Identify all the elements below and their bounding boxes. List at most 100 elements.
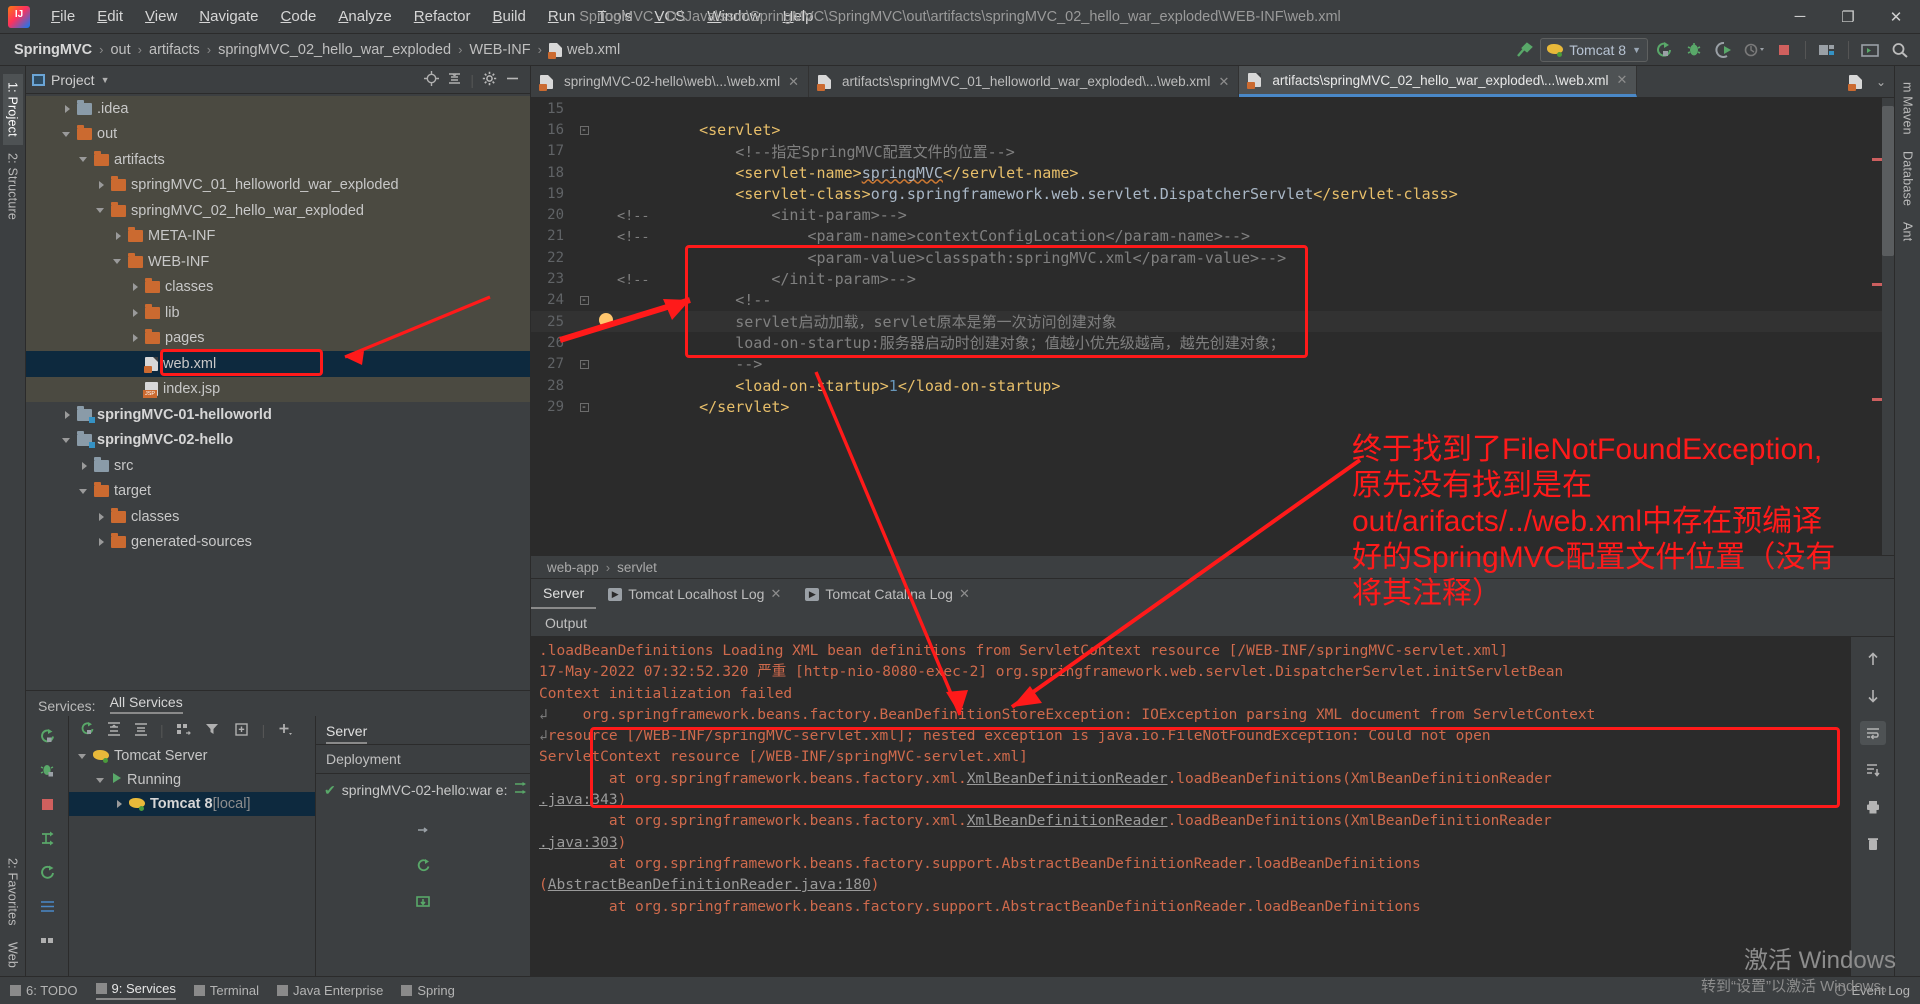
rerun-arrow-icon[interactable]: [415, 821, 432, 841]
window-controls[interactable]: ─ ❐ ✕: [1776, 0, 1920, 34]
stacktrace-link[interactable]: .java:343: [539, 792, 618, 808]
code-line[interactable]: 28 <load-on-startup>1</load-on-startup>: [531, 375, 1894, 396]
editor-lines[interactable]: 15 16- <servlet> 17 <!--指定SpringMVC配置文件的位置…: [531, 98, 1894, 417]
breadcrumb-item-2[interactable]: artifacts: [145, 40, 204, 60]
console-tab-1[interactable]: ▶ Tomcat Localhost Log ✕: [596, 579, 793, 609]
console-output[interactable]: .loadBeanDefinitions Loading XML bean de…: [531, 637, 1850, 976]
code-line[interactable]: 17 <!--指定SpringMVC配置文件的位置-->: [531, 141, 1894, 162]
tab-all-services[interactable]: All Services: [109, 694, 183, 714]
menu-item-run[interactable]: Run: [537, 3, 587, 30]
expand-arrow-icon[interactable]: [78, 153, 91, 166]
statusbar-item-terminal[interactable]: Terminal: [193, 983, 259, 998]
menu-bar[interactable]: File Edit View Navigate Code Analyze Refactor B…: [40, 3, 825, 30]
deploy-icon[interactable]: [415, 893, 432, 913]
menu-item-build[interactable]: Build: [481, 3, 536, 30]
filter-icon[interactable]: [204, 721, 222, 740]
services-tree-row[interactable]: Running: [69, 768, 315, 792]
scroll-down-icon[interactable]: [1860, 684, 1886, 708]
error-stripe[interactable]: [1872, 158, 1882, 161]
hammer-build-icon[interactable]: [1510, 37, 1538, 63]
search-everywhere-icon[interactable]: [1886, 37, 1914, 63]
expand-arrow-icon[interactable]: [113, 798, 126, 811]
console-tab-0[interactable]: Server: [531, 579, 597, 609]
plus-icon[interactable]: [276, 721, 294, 740]
tree-row[interactable]: index.jsp: [26, 376, 530, 402]
scrollbar-thumb[interactable]: [1882, 106, 1894, 256]
stop-icon[interactable]: [1770, 37, 1798, 63]
services-toolbar[interactable]: | |: [69, 716, 315, 744]
tree-row[interactable]: pages: [26, 325, 530, 351]
stacktrace-link[interactable]: .java:303: [539, 835, 618, 851]
code-line[interactable]: 24- <!--: [531, 290, 1894, 311]
navigation-bar[interactable]: SpringMVC › out › artifacts › springMVC_02_hel…: [0, 34, 1920, 66]
console-side-toolbar[interactable]: [1850, 637, 1894, 976]
sidebar-item-structure[interactable]: 2: Structure: [3, 145, 23, 228]
project-tree[interactable]: .idea out artifacts springMVC_01_helloworld…: [26, 94, 530, 690]
stop-icon[interactable]: [39, 796, 56, 816]
editor-tab-bar[interactable]: springMVC-02-hello\web\...\web.xml ✕ artif…: [531, 66, 1894, 98]
tree-row[interactable]: src: [26, 453, 530, 479]
tree-row[interactable]: springMVC_02_hello_war_exploded: [26, 198, 530, 224]
code-text[interactable]: <init-param>-->: [663, 206, 906, 224]
close-button[interactable]: ✕: [1872, 0, 1920, 34]
code-editor[interactable]: 15 16- <servlet> 17 <!--指定SpringMVC配置文件的位置…: [531, 98, 1894, 555]
stacktrace-link[interactable]: XmlBeanDefinitionReader: [967, 771, 1168, 787]
console-line[interactable]: Context initialization failed: [539, 684, 1850, 705]
tree-row[interactable]: lib: [26, 300, 530, 326]
statusbar-item-todo[interactable]: 6: TODO: [10, 983, 78, 998]
code-text[interactable]: -->: [663, 355, 762, 373]
console-line[interactable]: (AbstractBeanDefinitionReader.java:180): [539, 875, 1850, 896]
breadcrumb-item-4[interactable]: WEB-INF: [465, 40, 534, 60]
close-icon[interactable]: ✕: [788, 74, 799, 90]
services-header[interactable]: Services: All Services: [26, 690, 530, 716]
expand-arrow-icon[interactable]: [129, 306, 142, 319]
code-text[interactable]: <servlet-class>org.springframework.web.s…: [663, 185, 1458, 203]
tree-row[interactable]: springMVC-01-helloworld: [26, 402, 530, 428]
expand-arrow-icon[interactable]: [95, 774, 108, 787]
statusbar-event-log[interactable]: Event Log: [1835, 983, 1910, 998]
console-tab-bar[interactable]: Server ▶ Tomcat Localhost Log ✕ ▶ Tomcat Cata…: [531, 579, 1894, 609]
tree-row[interactable]: generated-sources: [26, 530, 530, 556]
expand-arrow-icon[interactable]: [95, 510, 108, 523]
code-line[interactable]: 23 <!-- </init-param>-->: [531, 268, 1894, 289]
project-panel-header[interactable]: Project ▼ |: [26, 66, 530, 94]
breadcrumb-item-3[interactable]: springMVC_02_hello_war_exploded: [214, 40, 455, 60]
left-tool-strip[interactable]: 1: Project 2: Structure 2: Favorites Web: [0, 66, 26, 976]
menu-item-tools[interactable]: Tools: [586, 3, 643, 30]
expand-arrow-icon[interactable]: [95, 179, 108, 192]
run-with-coverage-icon[interactable]: [1710, 37, 1738, 63]
menu-item-help[interactable]: Help: [772, 3, 825, 30]
expand-arrow-icon[interactable]: [129, 332, 142, 345]
expand-arrow-icon[interactable]: [78, 459, 91, 472]
code-line[interactable]: 18 <servlet-name>springMVC</servlet-name…: [531, 162, 1894, 183]
expand-arrow-icon[interactable]: [61, 102, 74, 115]
code-line[interactable]: 15: [531, 98, 1894, 119]
breadcrumb-servlet[interactable]: servlet: [617, 560, 657, 575]
collapse-all-icon[interactable]: [133, 721, 149, 740]
menu-item-edit[interactable]: Edit: [86, 3, 134, 30]
sidebar-item-maven[interactable]: m Maven: [1898, 74, 1918, 143]
scroll-up-icon[interactable]: [1860, 647, 1886, 671]
layout-icon[interactable]: [39, 932, 56, 952]
expand-arrow-icon[interactable]: [61, 434, 74, 447]
code-text[interactable]: </servlet>: [663, 398, 789, 416]
code-line[interactable]: 21 <!-- <param-name>contextConfigLocation…: [531, 226, 1894, 247]
sidebar-item-database[interactable]: Database: [1898, 143, 1918, 214]
code-text[interactable]: load-on-startup:服务器启动时创建对象；值越小优先级越高，越先创建…: [663, 332, 1285, 353]
collapse-all-icon[interactable]: [447, 71, 462, 89]
main-toolbar[interactable]: Tomcat 8 ▼: [1510, 37, 1920, 63]
console-line[interactable]: 17-May-2022 07:32:52.320 严重 [http-nio-80…: [539, 662, 1850, 683]
code-line[interactable]: 19 <servlet-class>org.springframework.we…: [531, 183, 1894, 204]
tree-row[interactable]: WEB-INF: [26, 249, 530, 275]
console-line[interactable]: ↲resource [/WEB-INF/springMVC-servlet.xm…: [539, 726, 1850, 747]
debug-icon[interactable]: [1680, 37, 1708, 63]
scroll-to-end-icon[interactable]: [1860, 758, 1886, 782]
tree-row[interactable]: META-INF: [26, 223, 530, 249]
code-line[interactable]: 26 load-on-startup:服务器启动时创建对象；值越小优先级越高，越…: [531, 332, 1894, 353]
fold-marker[interactable]: -: [573, 401, 595, 413]
menu-item-refactor[interactable]: Refactor: [403, 3, 482, 30]
console-line[interactable]: ServletContext resource [/WEB-INF/spring…: [539, 747, 1850, 768]
editor-tab-2[interactable]: artifacts\springMVC_02_hello_war_explode…: [1239, 66, 1638, 97]
code-line[interactable]: 16- <servlet>: [531, 119, 1894, 140]
console-line[interactable]: .java:343): [539, 790, 1850, 811]
